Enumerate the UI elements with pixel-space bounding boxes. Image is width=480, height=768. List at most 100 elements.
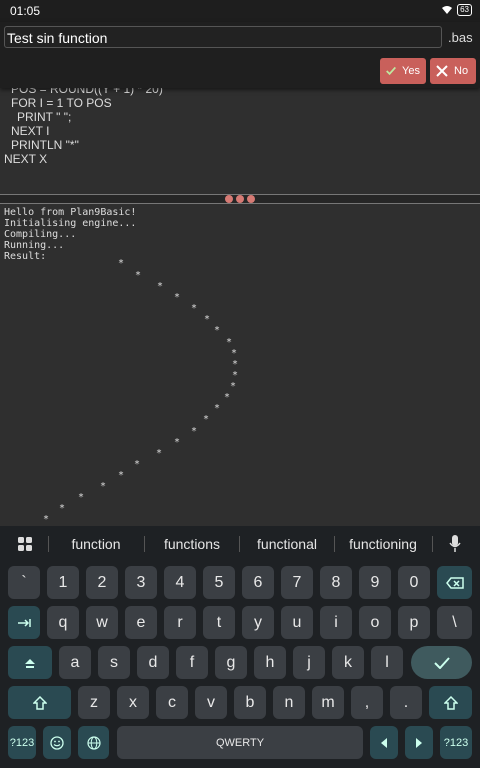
key-o[interactable]: o [359, 606, 391, 639]
output-star: * [43, 514, 50, 525]
emoji-icon [50, 735, 64, 750]
output-star: * [203, 414, 210, 425]
key-w[interactable]: w [86, 606, 118, 639]
status-bar: 01:05 63 [0, 0, 480, 22]
output-star: * [174, 437, 181, 448]
yes-label: Yes [402, 65, 420, 77]
key-2[interactable]: 2 [86, 566, 118, 599]
microphone-icon[interactable] [449, 535, 461, 553]
output-star: * [174, 292, 181, 303]
shift-right-key[interactable] [429, 686, 472, 719]
soft-keyboard: function functions functional functionin… [0, 526, 480, 768]
key-backtick[interactable]: ` [8, 566, 40, 599]
key-backslash[interactable]: \ [437, 606, 472, 639]
output-star: * [191, 303, 198, 314]
output-star: * [100, 481, 107, 492]
key-period[interactable]: . [390, 686, 422, 719]
chevron-right-icon [416, 737, 422, 748]
cursor-right-key[interactable] [405, 726, 433, 759]
key-m[interactable]: m [312, 686, 344, 719]
output-star: * [224, 392, 231, 403]
key-4[interactable]: 4 [164, 566, 196, 599]
output-star: * [191, 426, 198, 437]
key-r[interactable]: r [164, 606, 196, 639]
key-z[interactable]: z [78, 686, 110, 719]
cursor-left-key[interactable] [370, 726, 398, 759]
key-q[interactable]: q [47, 606, 79, 639]
filename-input[interactable]: Test sin function [4, 26, 442, 48]
output-star: * [204, 314, 211, 325]
key-v[interactable]: v [195, 686, 227, 719]
console-line: Hello from Plan9Basic! [4, 207, 137, 218]
key-h[interactable]: h [254, 646, 286, 679]
key-3[interactable]: 3 [125, 566, 157, 599]
suggestion[interactable]: functional [243, 536, 331, 552]
key-x[interactable]: x [117, 686, 149, 719]
key-j[interactable]: j [293, 646, 325, 679]
key-p[interactable]: p [398, 606, 430, 639]
output-star: * [118, 258, 125, 269]
symbols-key[interactable]: ?123 [8, 726, 36, 759]
key-5[interactable]: 5 [203, 566, 235, 599]
key-e[interactable]: e [125, 606, 157, 639]
no-button[interactable]: No [430, 58, 476, 84]
output-star: * [214, 403, 221, 414]
output-star: * [156, 448, 163, 459]
key-1[interactable]: 1 [47, 566, 79, 599]
key-f[interactable]: f [176, 646, 208, 679]
check-icon [433, 656, 450, 669]
space-bar[interactable]: QWERTY [117, 726, 363, 759]
shift-left-key[interactable] [8, 686, 71, 719]
suggestion[interactable]: function [52, 536, 140, 552]
key-a[interactable]: a [59, 646, 91, 679]
key-b[interactable]: b [234, 686, 266, 719]
console-output: Hello from Plan9Basic! Initialising engi… [0, 204, 480, 537]
language-key[interactable] [78, 726, 109, 759]
code-line: PRINTLN "*" [11, 138, 79, 152]
key-9[interactable]: 9 [359, 566, 391, 599]
no-label: No [454, 65, 469, 77]
key-6[interactable]: 6 [242, 566, 274, 599]
code-editor[interactable]: POS = ROUND((Y + 1) * 20) FOR I = 1 TO P… [0, 82, 480, 192]
output-star: * [118, 470, 125, 481]
key-i[interactable]: i [320, 606, 352, 639]
key-n[interactable]: n [273, 686, 305, 719]
drag-handle-icon[interactable] [225, 195, 255, 203]
key-7[interactable]: 7 [281, 566, 313, 599]
symbols-key-right[interactable]: ?123 [440, 726, 472, 759]
backspace-key[interactable] [437, 566, 472, 599]
console-line: Result: [4, 251, 47, 262]
emoji-key[interactable] [43, 726, 71, 759]
check-icon [386, 66, 396, 76]
status-time: 01:05 [10, 4, 41, 18]
pane-splitter[interactable] [0, 194, 480, 204]
key-y[interactable]: y [242, 606, 274, 639]
code-line: FOR I = 1 TO POS [11, 96, 112, 110]
key-l[interactable]: l [371, 646, 403, 679]
key-g[interactable]: g [215, 646, 247, 679]
file-extension: .bas [448, 30, 473, 45]
yes-button[interactable]: Yes [380, 58, 426, 84]
save-dialog: Test sin function .bas Yes No [0, 22, 480, 88]
key-c[interactable]: c [156, 686, 188, 719]
output-star: * [78, 492, 85, 503]
key-d[interactable]: d [137, 646, 169, 679]
output-star: * [59, 503, 66, 514]
suggestion[interactable]: functions [148, 536, 236, 552]
key-t[interactable]: t [203, 606, 235, 639]
globe-icon [86, 735, 101, 750]
key-0[interactable]: 0 [398, 566, 430, 599]
key-8[interactable]: 8 [320, 566, 352, 599]
apps-grid-icon[interactable] [18, 537, 32, 551]
enter-key[interactable] [411, 646, 472, 679]
caps-lock-key[interactable] [8, 646, 52, 679]
suggestion[interactable]: functioning [338, 536, 428, 552]
output-star: * [134, 459, 141, 470]
output-star: * [232, 370, 239, 381]
key-comma[interactable]: , [351, 686, 383, 719]
tab-key[interactable] [8, 606, 40, 639]
key-u[interactable]: u [281, 606, 313, 639]
key-k[interactable]: k [332, 646, 364, 679]
caps-lock-icon [25, 658, 35, 668]
key-s[interactable]: s [98, 646, 130, 679]
